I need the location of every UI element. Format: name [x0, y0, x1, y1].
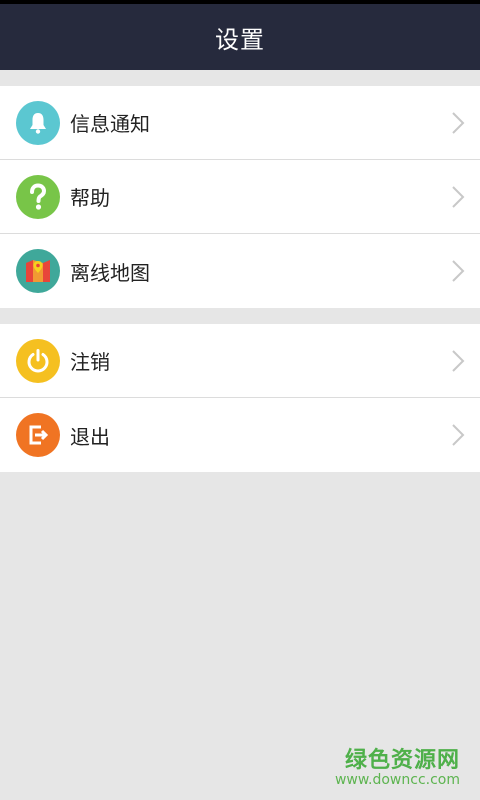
settings-item-exit[interactable]: 退出 — [0, 398, 480, 472]
question-icon — [16, 174, 60, 219]
settings-screen: 设置 信息通知 帮助 离线地图 注销 退出 绿色资源网 www.downcc.c… — [0, 0, 480, 800]
chevron-right-icon — [452, 185, 465, 208]
exit-icon — [16, 413, 60, 457]
watermark-logo: 绿色资源网 — [344, 748, 460, 773]
chevron-right-icon — [452, 111, 465, 134]
settings-item-help[interactable]: 帮助 — [0, 160, 480, 234]
settings-item-label: 注销 — [70, 350, 110, 374]
settings-item-label: 信息通知 — [70, 112, 150, 136]
settings-item-label: 离线地图 — [70, 260, 150, 285]
chevron-right-icon — [452, 260, 465, 282]
settings-item-notifications[interactable]: 信息通知 — [0, 86, 480, 160]
settings-item-label: 帮助 — [70, 186, 110, 210]
watermark-url: www.downcc.com — [334, 772, 460, 788]
watermark: 绿色资源网 www.downcc.com — [335, 742, 460, 788]
bell-icon — [16, 100, 60, 145]
app-header: 设置 — [0, 4, 480, 70]
chevron-right-icon — [452, 349, 465, 372]
settings-item-logout[interactable]: 注销 — [0, 324, 480, 398]
map-icon — [16, 249, 60, 293]
settings-item-label: 退出 — [70, 424, 110, 449]
chevron-right-icon — [452, 424, 465, 446]
settings-item-offline-map[interactable]: 离线地图 — [0, 234, 480, 308]
power-icon — [16, 338, 60, 383]
settings-group-main: 信息通知 帮助 离线地图 — [0, 86, 480, 308]
page-title: 设置 — [215, 25, 265, 54]
settings-group-account: 注销 退出 — [0, 324, 480, 472]
